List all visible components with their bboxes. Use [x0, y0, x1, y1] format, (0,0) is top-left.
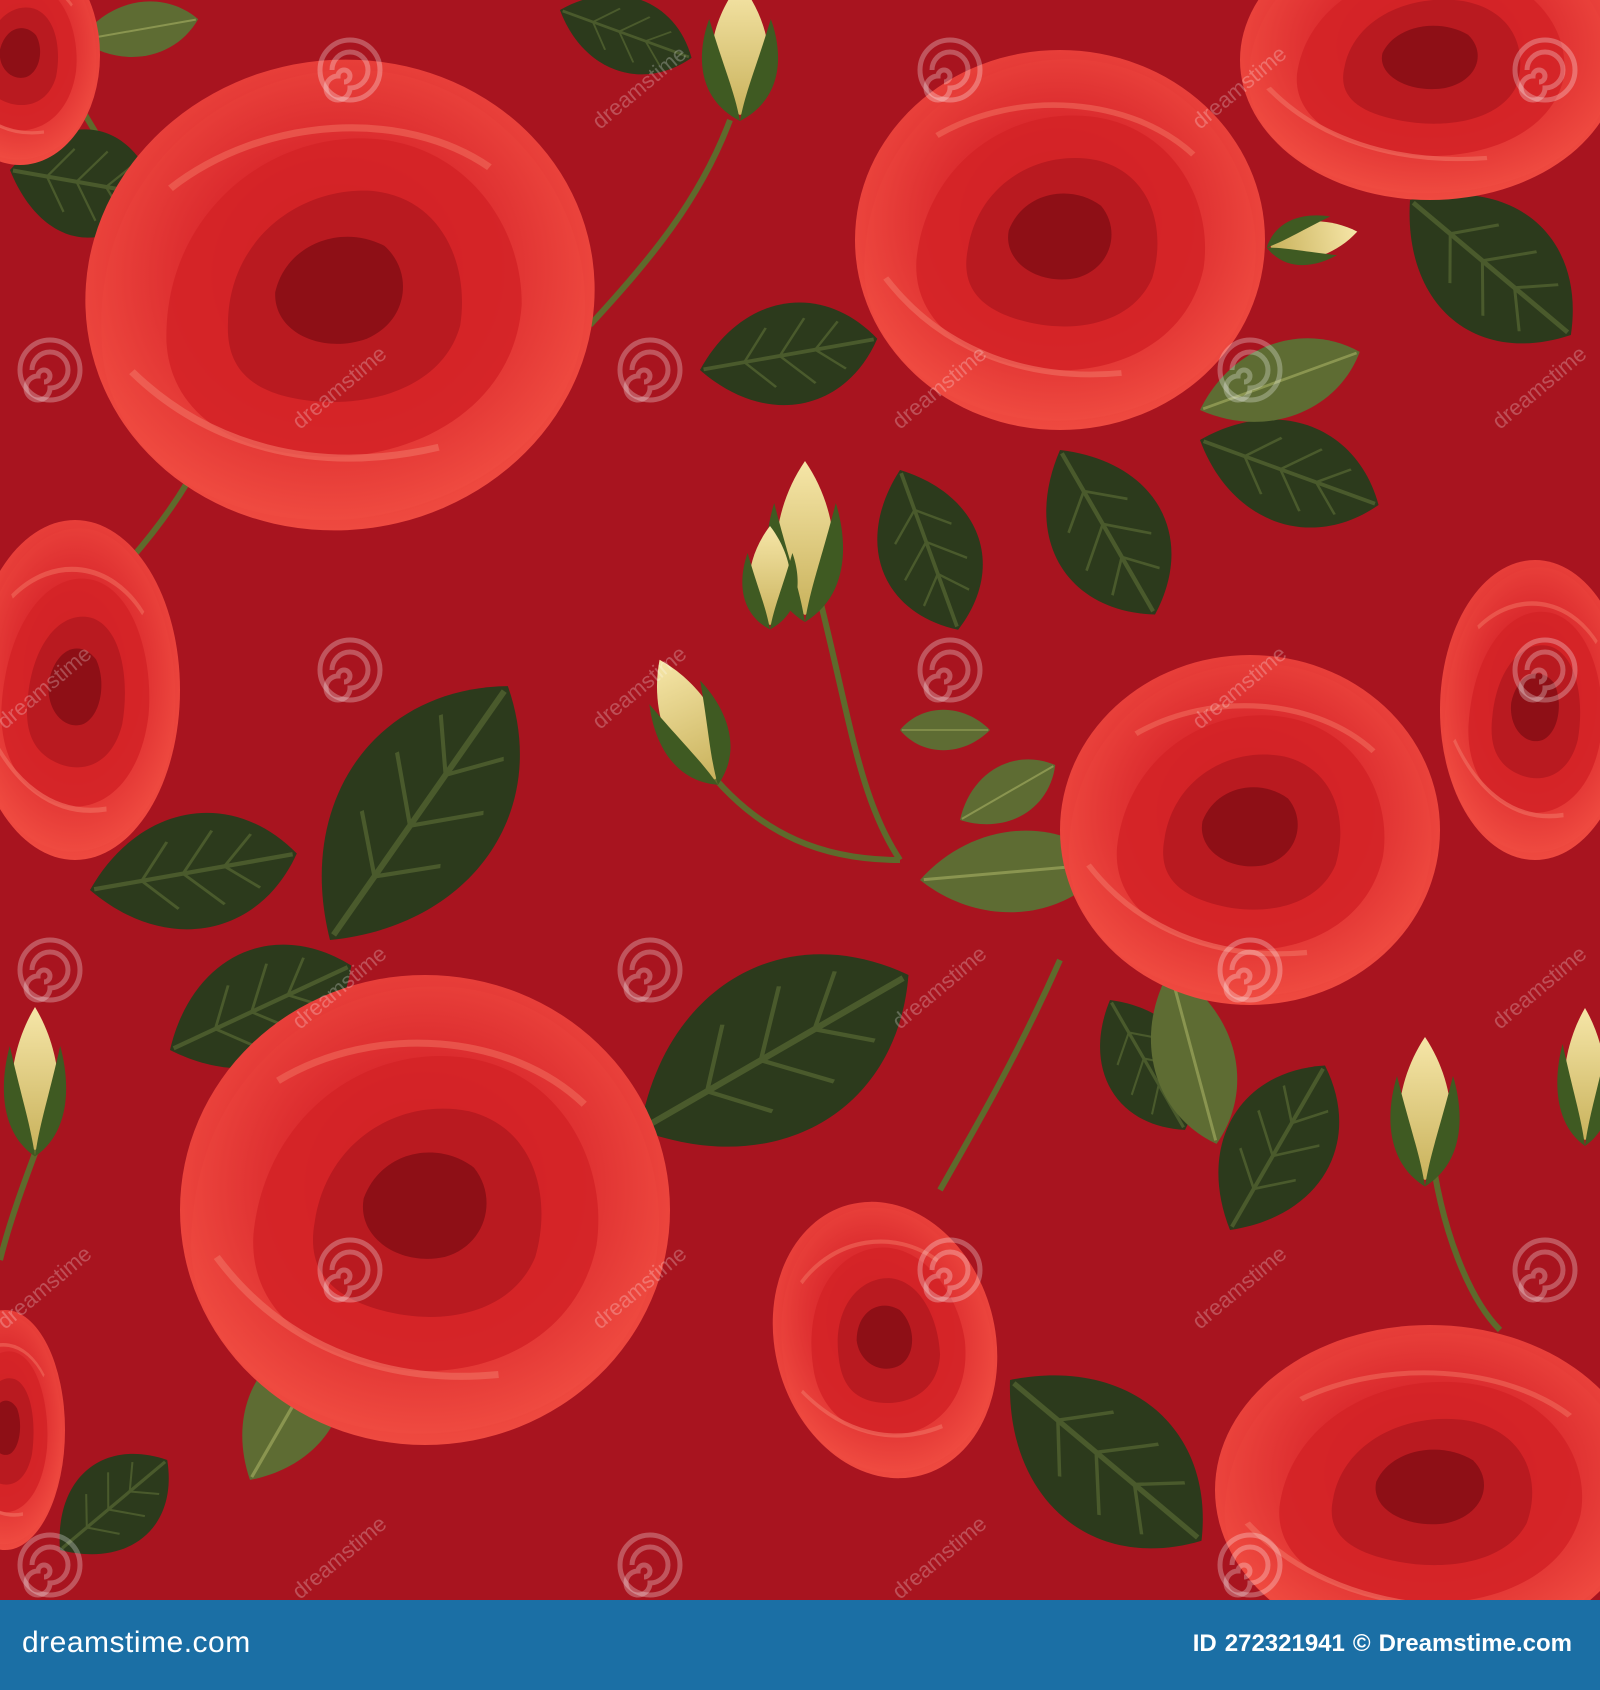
footer-id-label: ID	[1192, 1630, 1217, 1657]
copyright-icon: ©	[1352, 1630, 1371, 1657]
stock-footer-bar: dreamstime.com ID 272321941 © Dreamstime…	[0, 1600, 1600, 1690]
footer-id-value: 272321941	[1224, 1630, 1345, 1657]
footer-site-name: dreamstime.com	[22, 1626, 251, 1659]
rose-bottom-left	[180, 975, 670, 1445]
footer-image-info: ID 272321941 © Dreamstime.com	[1193, 1630, 1572, 1658]
rose-pattern-artwork: dreamstime dreamstime dreamstime dreamst…	[0, 0, 1600, 1600]
footer-brand: Dreamstime.com	[1378, 1630, 1572, 1657]
